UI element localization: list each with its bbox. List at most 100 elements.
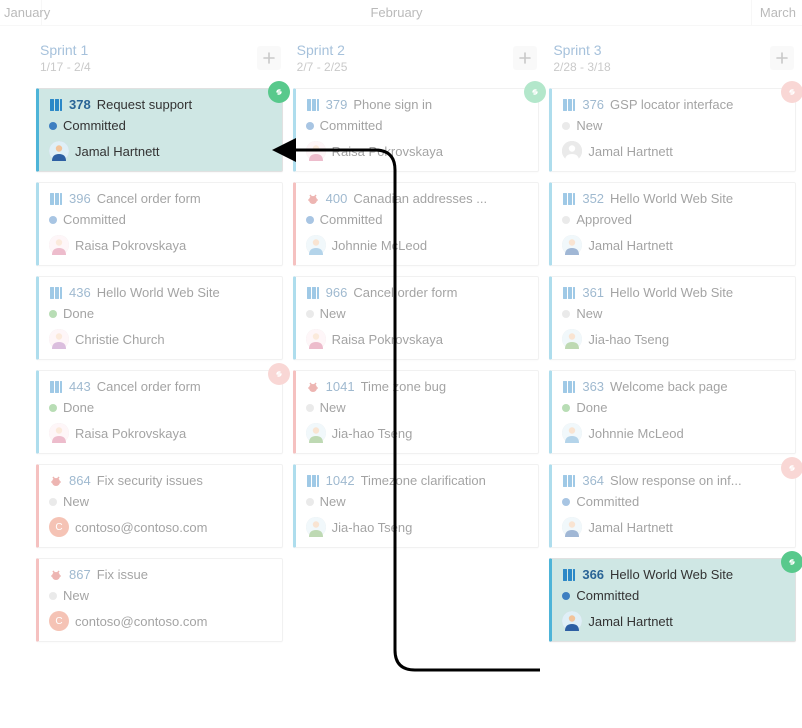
work-item-id[interactable]: 436 <box>69 285 91 300</box>
work-item-card[interactable]: 364Slow response on inf...CommittedJamal… <box>549 464 796 548</box>
status-dot <box>306 404 314 412</box>
work-item-title[interactable]: Time zone bug <box>361 379 529 394</box>
work-item-id[interactable]: 396 <box>69 191 91 206</box>
work-item-id[interactable]: 361 <box>582 285 604 300</box>
work-item-id[interactable]: 366 <box>582 567 604 582</box>
status-label: Done <box>63 400 94 415</box>
assignee-name: Jia-hao Tseng <box>588 332 669 347</box>
work-item-id[interactable]: 363 <box>582 379 604 394</box>
link-badge-icon[interactable] <box>781 551 802 573</box>
work-item-card[interactable]: 396Cancel order formCommittedRaisa Pokro… <box>36 182 283 266</box>
status-dot <box>562 498 570 506</box>
status-label: Committed <box>320 118 383 133</box>
status-label: New <box>320 400 346 415</box>
sprint-dates: 2/7 - 2/25 <box>297 60 540 74</box>
work-item-title[interactable]: Request support <box>97 97 272 112</box>
work-item-title[interactable]: Cancel order form <box>97 191 272 206</box>
backlog-icon <box>49 380 63 394</box>
work-item-id[interactable]: 379 <box>326 97 348 112</box>
work-item-title[interactable]: Cancel order form <box>353 285 528 300</box>
work-item-id[interactable]: 378 <box>69 97 91 112</box>
work-item-id[interactable]: 376 <box>582 97 604 112</box>
work-item-card[interactable]: 378Request supportCommittedJamal Hartnet… <box>36 88 283 172</box>
avatar <box>49 235 69 255</box>
sprint-name[interactable]: Sprint 3 <box>553 42 796 58</box>
link-badge-icon[interactable] <box>781 81 802 103</box>
work-item-title[interactable]: Hello World Web Site <box>610 191 785 206</box>
work-item-card[interactable]: 1042 Timezone clarification New Jia-hao Tse… <box>293 464 540 548</box>
work-item-id[interactable]: 443 <box>69 379 91 394</box>
status-label: New <box>320 494 346 509</box>
work-item-card[interactable]: 864Fix security issuesNewCcontoso@contos… <box>36 464 283 548</box>
work-item-card[interactable]: 400Canadian addresses ...CommittedJohnni… <box>293 182 540 266</box>
work-item-card[interactable]: 966Cancel order formNewRaisa Pokrovskaya <box>293 276 540 360</box>
work-item-card[interactable]: 376GSP locator interfaceNewJamal Hartnet… <box>549 88 796 172</box>
work-item-card[interactable]: 361Hello World Web SiteNewJia-hao Tseng <box>549 276 796 360</box>
work-item-title[interactable]: GSP locator interface <box>610 97 785 112</box>
add-card-button[interactable] <box>770 46 794 70</box>
link-badge-icon[interactable] <box>781 457 802 479</box>
avatar <box>306 517 326 537</box>
status-label: Committed <box>63 212 126 227</box>
work-item-id[interactable]: 364 <box>582 473 604 488</box>
work-item-title[interactable]: Fix security issues <box>97 473 272 488</box>
work-item-card[interactable]: 443Cancel order formDoneRaisa Pokrovskay… <box>36 370 283 454</box>
avatar <box>306 329 326 349</box>
work-item-card[interactable]: 352Hello World Web SiteApprovedJamal Har… <box>549 182 796 266</box>
link-badge-icon[interactable] <box>268 363 290 385</box>
work-item-id[interactable]: 867 <box>69 567 91 582</box>
sprint-dates: 2/28 - 3/18 <box>553 60 796 74</box>
avatar: C <box>49 517 69 537</box>
work-item-card[interactable]: 436 Hello World Web SiteDone Christie Chur… <box>36 276 283 360</box>
assignee-name: Jia-hao Tseng <box>332 520 413 535</box>
work-item-id[interactable]: 1041 <box>326 379 355 394</box>
work-item-title[interactable]: Canadian addresses ... <box>353 191 528 206</box>
bug-icon <box>49 568 63 582</box>
assignee-name: Jamal Hartnett <box>588 614 673 629</box>
work-item-title[interactable]: Fix issue <box>97 567 272 582</box>
month-january: January <box>0 0 42 25</box>
work-item-title[interactable]: Slow response on inf... <box>610 473 785 488</box>
work-item-id[interactable]: 400 <box>326 191 348 206</box>
month-february: February <box>42 0 752 25</box>
status-dot <box>306 498 314 506</box>
sprint-name[interactable]: Sprint 1 <box>40 42 283 58</box>
work-item-id[interactable]: 966 <box>326 285 348 300</box>
work-item-title[interactable]: Cancel order form <box>97 379 272 394</box>
work-item-title[interactable]: Timezone clarification <box>361 473 529 488</box>
work-item-title[interactable]: Phone sign in <box>353 97 528 112</box>
work-item-id[interactable]: 1042 <box>326 473 355 488</box>
work-item-id[interactable]: 352 <box>582 191 604 206</box>
backlog-icon <box>562 568 576 582</box>
link-badge-icon[interactable] <box>524 81 546 103</box>
work-item-card[interactable]: 867Fix issueNewCcontoso@contoso.com <box>36 558 283 642</box>
work-item-card[interactable]: 363Welcome back pageDoneJohnnie McLeod <box>549 370 796 454</box>
assignee-name: Christie Church <box>75 332 165 347</box>
bug-icon <box>306 192 320 206</box>
add-card-button[interactable] <box>257 46 281 70</box>
status-label: Done <box>63 306 94 321</box>
sprint-name[interactable]: Sprint 2 <box>297 42 540 58</box>
avatar <box>562 329 582 349</box>
work-item-title[interactable]: Hello World Web Site <box>610 285 785 300</box>
add-card-button[interactable] <box>513 46 537 70</box>
sprint-header: Sprint 2 2/7 - 2/25 <box>293 32 540 88</box>
work-item-title[interactable]: Hello World Web Site <box>97 285 272 300</box>
work-item-title[interactable]: Welcome back page <box>610 379 785 394</box>
work-item-title[interactable]: Hello World Web Site <box>610 567 785 582</box>
work-item-card[interactable]: 379Phone sign inCommittedRaisa Pokrovska… <box>293 88 540 172</box>
backlog-icon <box>49 286 63 300</box>
status-label: New <box>63 494 89 509</box>
work-item-id[interactable]: 864 <box>69 473 91 488</box>
link-badge-icon[interactable] <box>268 81 290 103</box>
work-item-card[interactable]: 366 Hello World Web Site Committed Jamal Ha… <box>549 558 796 642</box>
status-label: Committed <box>576 588 639 603</box>
work-item-card[interactable]: 1041Time zone bugNewJia-hao Tseng <box>293 370 540 454</box>
status-dot <box>306 310 314 318</box>
backlog-icon <box>562 286 576 300</box>
sprint-column: Sprint 11/17 - 2/4378Request supportComm… <box>36 32 283 652</box>
status-dot <box>49 592 57 600</box>
backlog-icon <box>49 98 63 112</box>
assignee-name: contoso@contoso.com <box>75 614 207 629</box>
month-march: March <box>752 0 802 25</box>
